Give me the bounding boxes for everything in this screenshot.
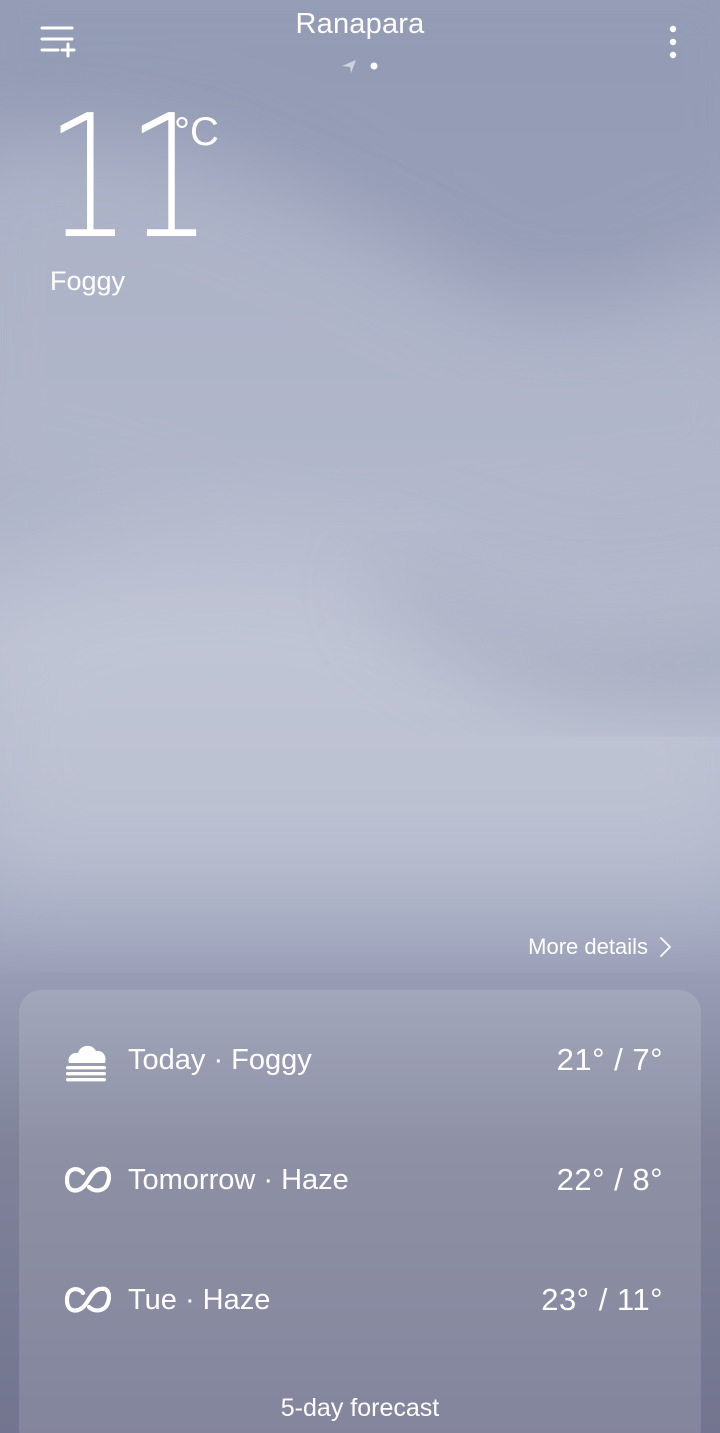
- forecast-temp-range: 23° / 11°: [541, 1282, 663, 1317]
- location-arrow-icon: [342, 60, 356, 73]
- current-temperature: 11 °C: [46, 93, 254, 263]
- forecast-day-label: Today · Foggy: [128, 1043, 312, 1076]
- fog-icon: [66, 1045, 106, 1082]
- forecast-day-label: Tomorrow · Haze: [128, 1163, 349, 1196]
- forecast-row-tue[interactable]: Tue · Haze 23° / 11°: [19, 1270, 701, 1330]
- top-bar: Ranapara: [0, 0, 720, 90]
- page-dot-active: [370, 62, 378, 70]
- forecast-temp-range: 21° / 7°: [556, 1042, 663, 1077]
- forecast-row-tomorrow[interactable]: Tomorrow · Haze 22° / 8°: [19, 1150, 701, 1210]
- temperature-unit: °C: [174, 110, 219, 154]
- current-condition: Foggy: [50, 266, 126, 296]
- forecast-temp-range: 22° / 8°: [556, 1162, 663, 1197]
- five-day-forecast-button[interactable]: 5-day forecast: [19, 1394, 701, 1423]
- chevron-right-icon: [660, 937, 671, 957]
- forecast-day-label: Tue · Haze: [128, 1283, 271, 1316]
- more-vertical-icon[interactable]: [660, 24, 686, 60]
- haze-icon: [64, 1166, 111, 1193]
- forecast-card: Today · Foggy 21° / 7° Tomorrow · Haze 2…: [19, 990, 701, 1433]
- haze-icon: [64, 1286, 111, 1313]
- city-name[interactable]: Ranapara: [0, 8, 720, 41]
- page-indicator: [342, 60, 378, 73]
- more-details-link[interactable]: More details: [528, 934, 672, 960]
- forecast-row-today[interactable]: Today · Foggy 21° / 7°: [19, 1030, 701, 1090]
- more-details-label: More details: [528, 934, 648, 959]
